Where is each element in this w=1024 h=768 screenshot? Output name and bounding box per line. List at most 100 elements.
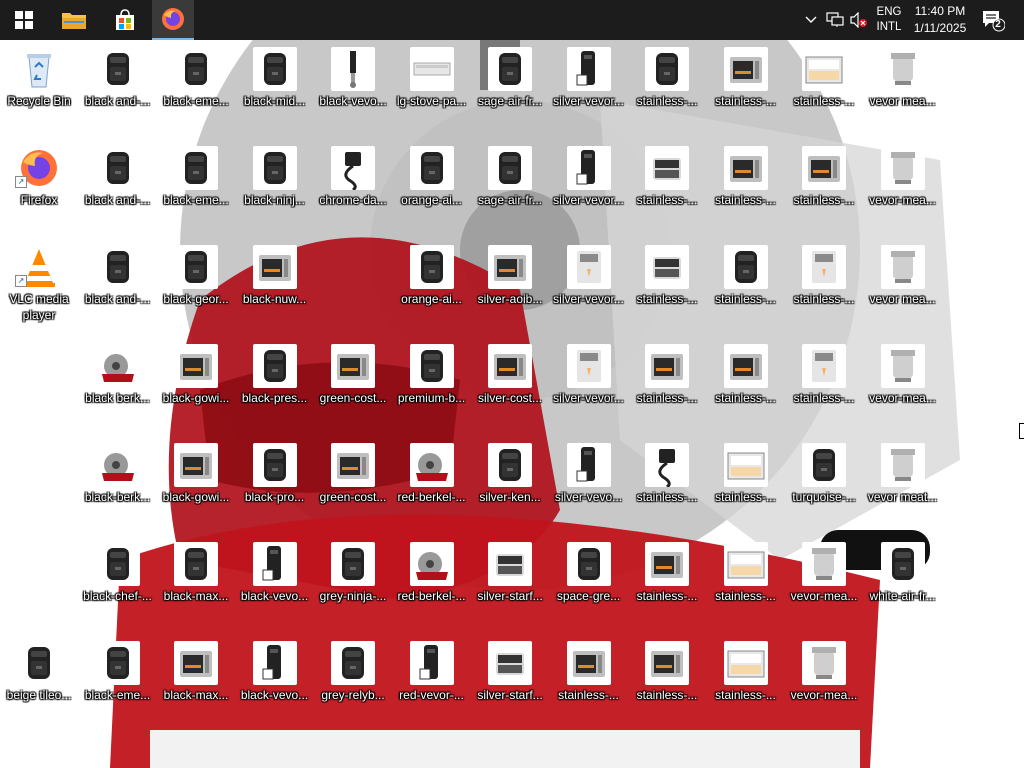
desktop-icon[interactable]: vevor mea... [864, 238, 942, 328]
desktop-icon[interactable]: silver-vevor... [550, 337, 628, 427]
desktop-icon[interactable]: vevor-mea... [864, 337, 942, 427]
desktop-icon[interactable]: sage-air-fr... [471, 139, 549, 229]
desktop-icon[interactable]: white-air-fr... [864, 535, 942, 625]
desktop-icon[interactable]: vevor-mea... [785, 634, 863, 724]
desktop-icon-label: black and-... [84, 292, 151, 306]
clock-button[interactable]: 11:40 PM 1/11/2025 [908, 0, 972, 40]
network-button[interactable] [824, 0, 846, 40]
input-language-button[interactable]: ENG INTL [872, 0, 906, 40]
desktop-icon[interactable]: black and-... [79, 40, 157, 130]
desktop-icon[interactable]: stainless-... [785, 337, 863, 427]
desktop-icon[interactable]: silver-cost... [471, 337, 549, 427]
desktop-icon[interactable]: silver-starf... [471, 535, 549, 625]
desktop-icon[interactable]: black and-... [79, 139, 157, 229]
desktop-icon[interactable]: orange-ai... [393, 139, 471, 229]
desktop-icon[interactable]: stainless-... [550, 634, 628, 724]
desktop-icon-label: stainless-... [715, 391, 776, 405]
action-center-button[interactable]: 2 [978, 0, 1008, 40]
desktop-icon[interactable]: grey-ninja-... [314, 535, 392, 625]
desktop-icon[interactable]: black-berk... [79, 436, 157, 526]
desktop-icon[interactable]: stainless-... [707, 535, 785, 625]
desktop-icon[interactable]: green-cost... [314, 436, 392, 526]
desktop-icon[interactable]: black-max... [157, 634, 235, 724]
desktop-icon[interactable]: black-pres... [236, 337, 314, 427]
desktop-icon[interactable]: black-vevo... [236, 535, 314, 625]
desktop-icon[interactable]: black-mid... [236, 40, 314, 130]
desktop-icon[interactable]: ↗ Firefox [0, 139, 78, 229]
desktop-icon[interactable]: black-gowi... [157, 436, 235, 526]
desktop-icon[interactable]: black-nuw... [236, 238, 314, 328]
desktop-icon[interactable]: black and-... [79, 238, 157, 328]
desktop-icon[interactable]: orange-ai... [393, 238, 471, 328]
desktop-icon[interactable]: vevor-mea... [864, 139, 942, 229]
desktop-icon[interactable]: silver-vevor... [550, 139, 628, 229]
desktop-icon[interactable]: stainless-... [628, 436, 706, 526]
desktop-icon[interactable]: stainless-... [628, 634, 706, 724]
volume-button[interactable] [848, 0, 870, 40]
desktop-icon[interactable]: beige tileo... [0, 634, 78, 724]
desktop-icon[interactable]: vevor meat... [864, 436, 942, 526]
desktop-icon[interactable]: vevor mea... [864, 40, 942, 130]
desktop-icon[interactable]: stainless-... [785, 139, 863, 229]
desktop-icon[interactable]: grey-relyb... [314, 634, 392, 724]
desktop-icon[interactable]: silver-vevo... [550, 436, 628, 526]
desktop-icon[interactable]: stainless-... [628, 139, 706, 229]
desktop-icon-label: black-berk... [84, 490, 151, 504]
start-button[interactable] [0, 0, 48, 40]
desktop-icon[interactable]: silver-vevor... [550, 238, 628, 328]
desktop-icon[interactable]: stainless-... [707, 139, 785, 229]
desktop-icon[interactable]: black-vevo... [314, 40, 392, 130]
desktop-icon[interactable]: black-max... [157, 535, 235, 625]
desktop-icon[interactable]: red-berkel-... [393, 535, 471, 625]
desktop-icon[interactable]: stainless-... [707, 436, 785, 526]
desktop-icon-label: orange-ai... [401, 292, 462, 306]
desktop-icon[interactable]: red-berkel-... [393, 436, 471, 526]
desktop-icon[interactable]: vevor-mea... [785, 535, 863, 625]
desktop-icon[interactable]: stainless-... [707, 238, 785, 328]
desktop-icon[interactable]: silver-starf... [471, 634, 549, 724]
desktop-icon[interactable]: silver-ken... [471, 436, 549, 526]
air-fryer-icon [252, 344, 297, 388]
desktop-icon[interactable]: stainless-... [707, 40, 785, 130]
desktop-icon[interactable]: stainless-... [707, 634, 785, 724]
desktop-icon[interactable]: stainless-... [707, 337, 785, 427]
desktop-icon[interactable]: black-vevo... [236, 634, 314, 724]
firefox-taskbar-button[interactable] [152, 0, 194, 40]
desktop-icon[interactable]: black-chef-... [79, 535, 157, 625]
desktop-icon-label: stainless-... [636, 490, 698, 504]
desktop-icon[interactable]: silver-aoib... [471, 238, 549, 328]
desktop-icon[interactable]: ↗ VLC media player [0, 238, 78, 328]
desktop-icon[interactable]: black-eme... [157, 40, 235, 130]
desktop-icon[interactable]: stainless-... [628, 238, 706, 328]
file-explorer-button[interactable] [48, 0, 100, 40]
desktop-icon[interactable]: black-ninj... [236, 139, 314, 229]
language-primary: ENG [876, 6, 902, 18]
desktop-icon[interactable]: chrome-da... [314, 139, 392, 229]
desktop-icon[interactable]: turquoise-... [785, 436, 863, 526]
desktop-icon[interactable]: stainless-... [785, 40, 863, 130]
desktop-icon[interactable]: stainless-... [785, 238, 863, 328]
desktop-icon[interactable]: black-eme... [157, 139, 235, 229]
desktop-icon-label: stainless-... [715, 94, 776, 108]
oven-icon [488, 245, 532, 289]
desktop-icon[interactable]: black-pro... [236, 436, 314, 526]
desktop-icon[interactable]: premium-b... [393, 337, 471, 427]
desktop-icon[interactable]: black-geor... [157, 238, 235, 328]
desktop-icon[interactable]: lg-stove-pa... [393, 40, 471, 130]
desktop-icon[interactable]: black-eme... [79, 634, 157, 724]
desktop-icon[interactable]: black-gowi... [157, 337, 235, 427]
shortcut-arrow-icon: ↗ [15, 176, 27, 188]
desktop-icon[interactable]: Recycle Bin [0, 40, 78, 130]
desktop-icon[interactable]: sage-air-fr... [471, 40, 549, 130]
desktop-icon[interactable]: red-vevor-... [393, 634, 471, 724]
desktop-icon[interactable]: space-gre... [550, 535, 628, 625]
desktop-icon[interactable]: stainless-... [628, 535, 706, 625]
desktop-icon[interactable]: green-cost... [314, 337, 392, 427]
mouse-cursor [1019, 423, 1024, 439]
microsoft-store-button[interactable] [100, 0, 150, 40]
desktop-icon[interactable]: silver-vevor... [550, 40, 628, 130]
desktop-icon[interactable]: stainless-... [628, 40, 706, 130]
desktop-icon[interactable]: black berk... [79, 337, 157, 427]
desktop-icon[interactable]: stainless-... [628, 337, 706, 427]
show-hidden-icons-button[interactable] [800, 0, 822, 40]
